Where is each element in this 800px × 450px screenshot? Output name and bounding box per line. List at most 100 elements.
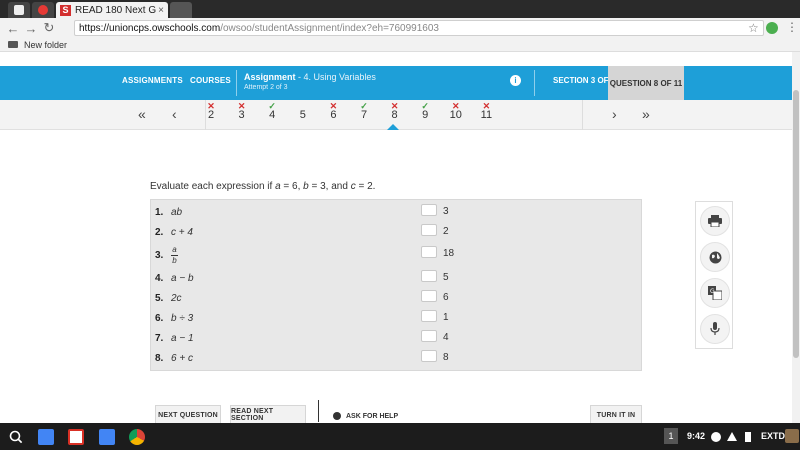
drive-icon[interactable] xyxy=(99,429,115,445)
answer-drop-box[interactable] xyxy=(421,270,437,282)
avatar[interactable] xyxy=(785,429,799,443)
translate-icon: G xyxy=(708,286,722,300)
read180-favicon-icon: S xyxy=(60,4,71,16)
answer-value[interactable]: 5 xyxy=(443,272,449,283)
answer-value[interactable]: 3 xyxy=(443,206,449,217)
ask-for-help-button[interactable]: ASK FOR HELP xyxy=(333,412,398,420)
next-question-icon[interactable]: › xyxy=(612,106,617,122)
pager-question-11[interactable]: ✕ 11 xyxy=(476,101,496,121)
first-question-icon[interactable]: « xyxy=(138,106,146,122)
prompt-text: = 2. xyxy=(355,181,376,192)
assignment-name: - 4. Using Variables xyxy=(295,72,376,82)
bookmark-star-icon[interactable]: ☆ xyxy=(748,21,759,35)
check-icon: ✓ xyxy=(360,101,368,111)
row-number: 5. xyxy=(155,292,164,304)
answer-value[interactable]: 6 xyxy=(443,292,449,303)
keyboard-layout[interactable]: EXTD xyxy=(761,431,785,441)
x-icon: ✕ xyxy=(237,101,246,111)
current-question-caret xyxy=(387,124,399,130)
os-taskbar: 1 9:42 EXTD xyxy=(0,423,800,450)
translate-button[interactable]: G xyxy=(700,278,730,308)
menu-icon[interactable]: ⋮ xyxy=(786,20,798,34)
info-icon[interactable]: i xyxy=(510,75,521,86)
pager-question-9[interactable]: ✓ 9 xyxy=(415,101,435,121)
new-tab-button[interactable] xyxy=(170,2,192,18)
wifi-icon xyxy=(727,432,737,441)
expression-row: 4. a − b xyxy=(155,270,194,286)
print-button[interactable] xyxy=(700,206,730,236)
last-question-icon[interactable]: » xyxy=(642,106,650,122)
pager-question-3[interactable]: ✕ 3 xyxy=(232,101,252,121)
tab-title: READ 180 Next Generati xyxy=(75,4,157,16)
expression-row: 1. ab xyxy=(155,204,182,220)
translate-web-button[interactable] xyxy=(700,242,730,272)
answer-value[interactable]: 2 xyxy=(443,226,449,237)
fraction-numerator: a xyxy=(172,244,177,254)
question-indicator[interactable]: QUESTION 8 OF 11 xyxy=(608,66,684,100)
docs-icon[interactable] xyxy=(38,429,54,445)
read-next-section-button[interactable]: READ NEXT SECTION xyxy=(230,405,306,425)
matching-panel: 1. ab 2. c + 4 3. a b 4. a − b 5. 2c 6. … xyxy=(150,199,642,371)
answer-value[interactable]: 18 xyxy=(443,248,454,259)
back-icon[interactable]: ← xyxy=(4,21,22,36)
answer-drop-box[interactable] xyxy=(421,350,437,362)
answer-drop-box[interactable] xyxy=(421,204,437,216)
answer-drop-box[interactable] xyxy=(421,224,437,236)
bookmark-folder[interactable]: New folder xyxy=(24,40,67,50)
assignment-label: Assignment xyxy=(244,72,296,82)
nav-assignments[interactable]: ASSIGNMENTS xyxy=(122,76,183,85)
expression-row: 5. 2c xyxy=(155,290,182,306)
answer-drop-box[interactable] xyxy=(421,246,437,258)
answer-drop-box[interactable] xyxy=(421,310,437,322)
active-tab[interactable]: S READ 180 Next Generati × xyxy=(56,2,168,18)
scrollbar-thumb[interactable] xyxy=(793,90,799,358)
pager-question-5[interactable]: 5 xyxy=(293,109,313,121)
pinned-tab-2[interactable] xyxy=(32,2,54,18)
prev-question-icon[interactable]: ‹ xyxy=(172,106,177,122)
chrome-icon[interactable] xyxy=(129,429,145,445)
expression-row: 3. a b xyxy=(155,244,178,266)
page-top-strip xyxy=(0,52,792,66)
answer-value[interactable]: 1 xyxy=(443,312,449,323)
pager-question-6[interactable]: ✕ 6 xyxy=(323,101,343,121)
extension-icon[interactable] xyxy=(766,22,778,34)
nav-courses[interactable]: COURSES xyxy=(190,76,231,85)
gmail-icon[interactable] xyxy=(68,429,84,445)
pager-question-8[interactable]: ✕ 8 xyxy=(385,101,405,121)
read-aloud-button[interactable] xyxy=(700,314,730,344)
search-icon[interactable] xyxy=(8,429,24,445)
expression: 2c xyxy=(171,292,182,304)
folder-icon xyxy=(8,41,18,48)
browser-tabstrip: S READ 180 Next Generati × xyxy=(0,0,800,18)
pager-question-2[interactable]: ✕ 2 xyxy=(201,101,221,121)
answer-drop-box[interactable] xyxy=(421,330,437,342)
clock[interactable]: 9:42 xyxy=(687,431,705,441)
answer-drop-box[interactable] xyxy=(421,290,437,302)
battery-icon xyxy=(745,432,751,442)
x-icon: ✕ xyxy=(482,101,491,111)
notification-count[interactable]: 1 xyxy=(664,428,678,444)
url-host: https://unioncps.owschools.com xyxy=(79,22,221,34)
expression-row: 6. b ÷ 3 xyxy=(155,310,193,326)
tools-panel: G xyxy=(695,201,733,349)
x-icon: ✕ xyxy=(390,101,399,111)
header-divider xyxy=(236,70,237,96)
pager-question-4[interactable]: ✓ 4 xyxy=(262,101,282,121)
answer-value[interactable]: 8 xyxy=(443,352,449,363)
url-path: /owsoo/studentAssignment/index?eh=760991… xyxy=(220,22,439,34)
section-indicator[interactable]: SECTION 3 OF 4 xyxy=(553,76,615,85)
pager-question-7[interactable]: ✓ 7 xyxy=(354,101,374,121)
reload-icon[interactable]: ↻ xyxy=(40,20,58,36)
turn-it-in-button[interactable]: TURN IT IN xyxy=(590,405,642,425)
address-bar[interactable]: https://unioncps.owschools.com/owsoo/stu… xyxy=(74,20,764,36)
answer-value[interactable]: 4 xyxy=(443,332,449,343)
question-number: 5 xyxy=(299,109,306,121)
next-question-button[interactable]: NEXT QUESTION xyxy=(155,405,221,425)
check-icon: ✓ xyxy=(421,101,429,111)
row-number: 4. xyxy=(155,272,164,284)
forward-icon[interactable]: → xyxy=(22,21,40,36)
tab-close-icon[interactable]: × xyxy=(158,5,164,16)
expression: 6 + c xyxy=(171,352,193,364)
pinned-tab-1[interactable] xyxy=(8,2,30,18)
pager-question-10[interactable]: ✕ 10 xyxy=(446,101,466,121)
